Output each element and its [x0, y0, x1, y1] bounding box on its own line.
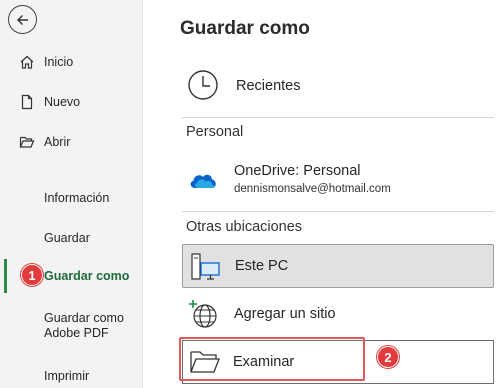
back-button[interactable] — [8, 5, 37, 34]
clock-icon — [188, 70, 218, 100]
sidebar-item-abrir[interactable]: Abrir — [0, 125, 143, 159]
section-personal: Personal — [186, 124, 244, 140]
computer-icon — [191, 253, 220, 280]
sidebar-item-informacion[interactable]: Información — [0, 181, 143, 215]
sidebar-item-guardar-adobe-pdf[interactable]: Guardar como Adobe PDF — [44, 311, 124, 341]
sidebar-item-nuevo[interactable]: Nuevo — [0, 85, 143, 119]
sidebar-item-label: Abrir — [44, 135, 71, 149]
step-badge-2: 2 — [377, 346, 399, 368]
globe-add-icon — [189, 300, 217, 328]
sidebar-item-label: Guardar como Adobe PDF — [44, 311, 124, 340]
home-icon — [20, 55, 34, 69]
location-label: Agregar un sitio — [234, 306, 336, 322]
sidebar-item-label: Información — [44, 191, 110, 205]
onedrive-email: dennismonsalve@hotmail.com — [234, 183, 391, 195]
sidebar: Inicio Nuevo Abrir Información Guardar G… — [0, 0, 143, 388]
highlight-box — [179, 337, 365, 381]
page-title: Guardar como — [180, 18, 310, 39]
onedrive-label: OneDrive: Personal — [234, 163, 361, 179]
sidebar-item-label: Nuevo — [44, 95, 81, 109]
folder-open-icon — [19, 136, 35, 148]
section-other-locations: Otras ubicaciones — [186, 219, 303, 235]
sidebar-item-inicio[interactable]: Inicio — [0, 45, 143, 79]
sidebar-item-label: Guardar — [44, 231, 90, 245]
sidebar-item-imprimir[interactable]: Imprimir — [0, 359, 143, 388]
step-badge-1: 1 — [21, 264, 43, 286]
divider — [182, 117, 494, 118]
divider — [182, 211, 494, 212]
sidebar-item-guardar[interactable]: Guardar — [0, 221, 143, 255]
location-add-site[interactable]: Agregar un sitio — [182, 292, 494, 336]
back-arrow-icon — [16, 14, 28, 25]
onedrive-cloud-icon — [190, 174, 216, 188]
location-recent[interactable]: Recientes — [182, 66, 494, 106]
location-this-pc[interactable]: Este PC — [182, 244, 494, 288]
location-label: Este PC — [235, 258, 289, 274]
sidebar-item-label: Inicio — [44, 55, 74, 69]
new-document-icon — [21, 94, 33, 110]
location-onedrive[interactable]: OneDrive: Personal dennismonsalve@hotmai… — [182, 160, 494, 200]
sidebar-item-label: Imprimir — [44, 369, 90, 383]
sidebar-item-label: Guardar como — [44, 269, 130, 283]
location-label: Recientes — [236, 78, 301, 94]
